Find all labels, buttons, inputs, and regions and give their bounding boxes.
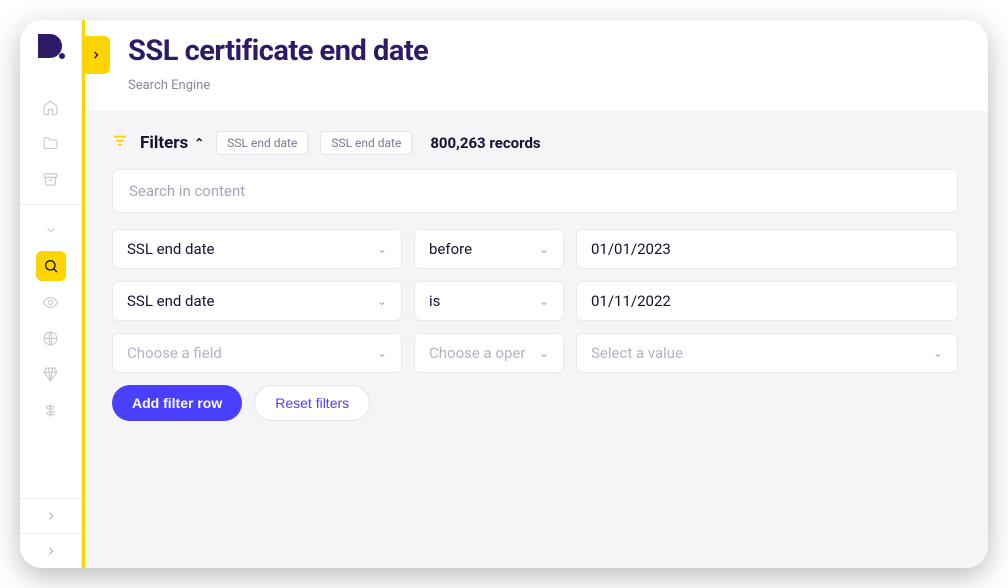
filter-row: Choose a field ⌄ Choose a oper ⌄ Select … <box>112 333 958 373</box>
chevron-down-icon: ⌄ <box>377 242 387 256</box>
operator-select[interactable]: before ⌄ <box>414 229 564 269</box>
chevron-down-icon[interactable] <box>36 215 66 245</box>
reset-filters-button[interactable]: Reset filters <box>254 385 370 421</box>
add-filter-button[interactable]: Add filter row <box>112 385 242 421</box>
operator-select[interactable]: is ⌄ <box>414 281 564 321</box>
chevron-down-icon: ⌄ <box>539 294 549 308</box>
filters-toggle[interactable]: Filters ⌃ <box>140 133 204 153</box>
filters-label: Filters <box>140 133 188 153</box>
signpost-icon[interactable] <box>36 395 66 425</box>
page-title: SSL certificate end date <box>128 34 428 68</box>
main-content: SSL certificate end date Search Engine F… <box>82 20 988 568</box>
search-icon[interactable] <box>36 251 66 281</box>
value-input[interactable]: 01/01/2023 <box>576 229 958 269</box>
collapse-section-2[interactable] <box>20 533 82 568</box>
filter-actions: Add filter row Reset filters <box>112 385 958 421</box>
chevron-down-icon: ⌄ <box>539 346 549 360</box>
filter-row: SSL end date ⌄ before ⌄ 01/01/2023 <box>112 229 958 269</box>
folder-icon[interactable] <box>36 128 66 158</box>
toggle-sidebar-button[interactable] <box>82 36 110 74</box>
chevron-down-icon: ⌄ <box>377 346 387 360</box>
filters-panel: Filters ⌃ SSL end date SSL end date 800,… <box>82 111 988 568</box>
app-logo[interactable] <box>34 30 68 64</box>
chevron-down-icon: ⌄ <box>377 294 387 308</box>
value-input[interactable]: 01/11/2022 <box>576 281 958 321</box>
field-select[interactable]: SSL end date ⌄ <box>112 281 402 321</box>
page-header: SSL certificate end date Search Engine <box>82 20 988 111</box>
field-select[interactable]: SSL end date ⌄ <box>112 229 402 269</box>
filters-header: Filters ⌃ SSL end date SSL end date 800,… <box>112 131 958 155</box>
diamond-icon[interactable] <box>36 359 66 389</box>
archive-icon[interactable] <box>36 164 66 194</box>
operator-select[interactable]: Choose a oper ⌄ <box>414 333 564 373</box>
record-count: 800,263 records <box>430 134 540 152</box>
search-input[interactable]: Search in content <box>112 169 958 213</box>
accent-strip <box>82 20 85 568</box>
divider <box>20 204 82 205</box>
value-input[interactable]: Select a value ⌄ <box>576 333 958 373</box>
globe-icon[interactable] <box>36 323 66 353</box>
app-frame: SSL certificate end date Search Engine F… <box>20 20 988 568</box>
search-placeholder: Search in content <box>129 182 245 200</box>
chevron-up-icon: ⌃ <box>194 136 204 150</box>
chevron-down-icon: ⌄ <box>933 346 943 360</box>
filter-chip[interactable]: SSL end date <box>216 131 308 155</box>
filter-chip[interactable]: SSL end date <box>320 131 412 155</box>
eye-icon[interactable] <box>36 287 66 317</box>
home-icon[interactable] <box>36 92 66 122</box>
collapse-section-1[interactable] <box>20 498 82 533</box>
filter-icon <box>112 133 128 153</box>
chevron-down-icon: ⌄ <box>539 242 549 256</box>
filter-row: SSL end date ⌄ is ⌄ 01/11/2022 <box>112 281 958 321</box>
breadcrumb: Search Engine <box>128 78 428 93</box>
field-select[interactable]: Choose a field ⌄ <box>112 333 402 373</box>
sidebar <box>20 20 82 568</box>
